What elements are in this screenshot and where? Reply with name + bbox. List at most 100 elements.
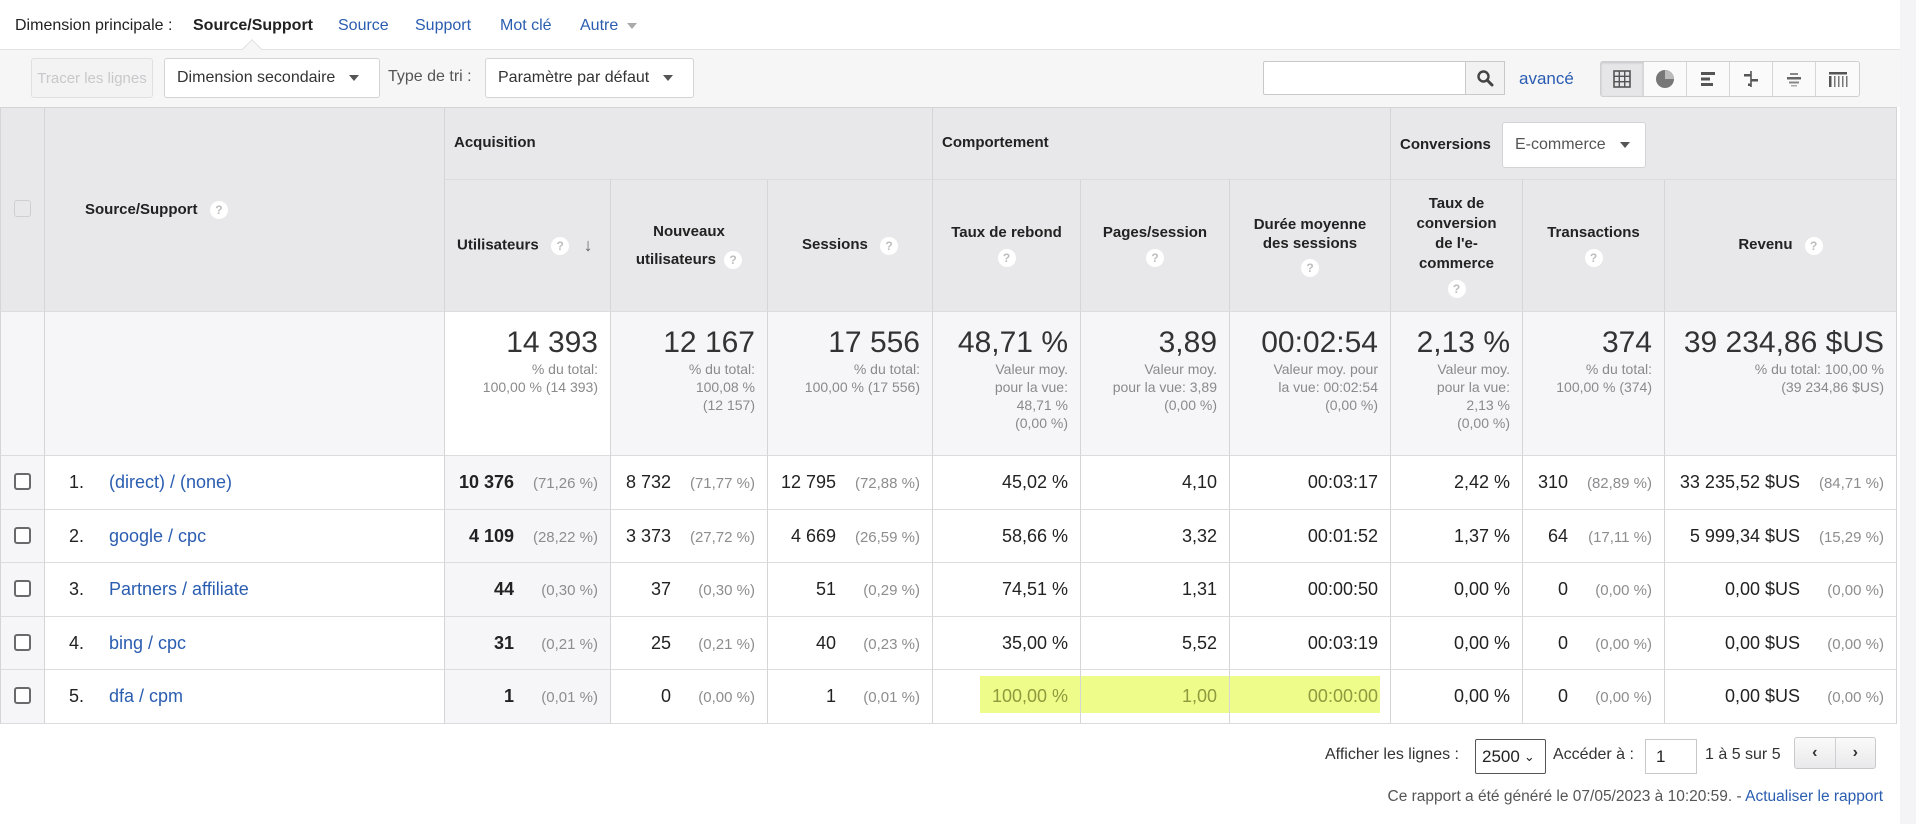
- metric-value: 3 373: [625, 525, 671, 546]
- help-icon[interactable]: ?: [1584, 249, 1603, 267]
- advanced-search-link[interactable]: avancé: [1519, 69, 1574, 89]
- search-button[interactable]: [1465, 61, 1505, 95]
- row-cell-new-users: 3 373 (27,72 %): [611, 509, 768, 564]
- row-cell-bounce: 100,00 %: [933, 670, 1081, 724]
- help-icon[interactable]: ?: [1146, 249, 1164, 267]
- metric-percentage: (26,59 %): [854, 528, 920, 546]
- row-cell-duration: 00:00:00: [1230, 670, 1391, 724]
- total-subtext: pour la vue:: [994, 379, 1068, 395]
- comparison-view-button[interactable]: [1730, 62, 1773, 96]
- help-icon[interactable]: ?: [1301, 258, 1319, 277]
- performance-view-button[interactable]: [1687, 62, 1730, 96]
- row-cell-duration: 00:03:17: [1230, 456, 1391, 510]
- row-source-link[interactable]: Partners / affiliate: [109, 579, 249, 600]
- row-dimension-cell: 3. Partners / affiliate: [45, 563, 445, 617]
- cell-value: 64 (17,11 %): [1548, 526, 1652, 547]
- total-subtext: (0,00 %): [1164, 397, 1217, 413]
- dimension-header[interactable]: Source/Support ?: [45, 107, 445, 312]
- bar-chart-icon: [1701, 72, 1715, 86]
- next-page-button[interactable]: ›: [1836, 738, 1876, 768]
- dimension-link-keyword[interactable]: Mot clé: [500, 17, 552, 35]
- term-cloud-view-button[interactable]: [1773, 62, 1816, 96]
- previous-page-button[interactable]: ‹: [1795, 738, 1836, 768]
- metric-percentage: (0,00 %): [1827, 635, 1884, 653]
- cell-value: 58,66 %: [1002, 526, 1068, 547]
- pie-view-button[interactable]: [1644, 62, 1687, 96]
- column-conv-rate-label: Taux de conversion de l'e-commerce: [1416, 194, 1497, 272]
- pagination-controls: ‹ ›: [1794, 737, 1876, 769]
- row-cell-conv-rate: 2,42 %: [1391, 456, 1523, 510]
- cell-value: 31 (0,21 %): [494, 633, 598, 654]
- row-source-link[interactable]: google / cpc: [109, 526, 206, 547]
- total-subtext: (0,00 %): [1015, 415, 1068, 431]
- help-icon[interactable]: ?: [1447, 279, 1466, 298]
- refresh-report-link[interactable]: Actualiser le rapport: [1745, 788, 1883, 805]
- group-acquisition-label: Acquisition: [454, 134, 536, 151]
- group-header-conversions: Conversions E-commerce: [1391, 107, 1897, 180]
- cell-value: 1,00: [1182, 686, 1217, 707]
- row-source-link[interactable]: bing / cpc: [109, 633, 186, 654]
- help-icon[interactable]: ?: [1804, 236, 1823, 255]
- row-checkbox[interactable]: [14, 473, 31, 490]
- column-header-bounce-rate[interactable]: Taux de rebond ?: [933, 180, 1081, 312]
- column-header-avg-duration[interactable]: Durée moyenne des sessions ?: [1230, 180, 1391, 312]
- row-source-link[interactable]: dfa / cpm: [109, 686, 183, 707]
- column-header-sessions[interactable]: Sessions ?: [768, 180, 933, 312]
- total-subtext: % du total:: [1585, 361, 1652, 377]
- pivot-view-button[interactable]: [1816, 62, 1859, 96]
- cell-value: 4 669 (26,59 %): [791, 526, 920, 547]
- metric-value: 00:03:19: [1307, 632, 1378, 653]
- row-number: 1.: [69, 472, 85, 492]
- conversions-goal-dropdown[interactable]: E-commerce: [1502, 122, 1646, 168]
- metric-percentage: (0,23 %): [863, 635, 920, 653]
- row-cell-sessions: 51 (0,29 %): [768, 563, 933, 617]
- cell-value: 4 109 (28,22 %): [469, 526, 598, 547]
- column-header-users[interactable]: Utilisateurs ? ↓: [445, 180, 611, 312]
- cell-value: 3 373 (27,72 %): [626, 526, 755, 547]
- cell-value: 33 235,52 $US (84,71 %): [1680, 472, 1884, 493]
- help-icon[interactable]: ?: [209, 201, 228, 219]
- show-rows-select[interactable]: 2500 ⌄: [1475, 739, 1546, 774]
- row-select-cell: [0, 456, 45, 510]
- chevron-down-icon: [663, 75, 674, 81]
- cell-value: 5,52: [1182, 633, 1217, 654]
- metric-percentage: (15,29 %): [1818, 528, 1884, 546]
- plot-rows-button[interactable]: Tracer les lignes: [31, 58, 153, 98]
- table-view-button[interactable]: [1601, 62, 1644, 96]
- metric-percentage: (27,72 %): [689, 528, 755, 546]
- help-icon[interactable]: ?: [724, 250, 743, 269]
- group-header-behavior: Comportement: [933, 107, 1391, 180]
- sort-type-dropdown[interactable]: Paramètre par défaut: [485, 58, 694, 98]
- column-header-revenue[interactable]: Revenu ?: [1665, 180, 1897, 312]
- cell-value: 00:01:52: [1308, 526, 1378, 547]
- sort-descending-icon[interactable]: ↓: [584, 235, 593, 256]
- row-number: 4.: [69, 632, 85, 653]
- totals-content: 374 % du total: 100,00 % (374): [1556, 326, 1652, 396]
- secondary-dimension-dropdown[interactable]: Dimension secondaire: [164, 58, 380, 98]
- metric-value: 1: [825, 686, 836, 707]
- cell-value: 1,31: [1182, 579, 1217, 600]
- row-checkbox[interactable]: [14, 687, 31, 705]
- cell-value: 0 (0,00 %): [1558, 579, 1652, 600]
- row-cell-bounce: 74,51 %: [933, 563, 1081, 617]
- goto-page-input[interactable]: 1: [1645, 739, 1697, 774]
- column-header-transactions[interactable]: Transactions ?: [1523, 180, 1665, 312]
- dimension-link-other[interactable]: Autre: [580, 17, 637, 35]
- column-header-new-users[interactable]: Nouveaux utilisateurs ?: [611, 180, 768, 312]
- row-checkbox[interactable]: [14, 526, 31, 544]
- dimension-link-support[interactable]: Support: [415, 17, 471, 35]
- dimension-link-source[interactable]: Source: [338, 17, 389, 35]
- help-icon[interactable]: ?: [997, 249, 1016, 267]
- sort-type-value: Paramètre par défaut: [498, 69, 650, 86]
- help-icon[interactable]: ?: [880, 236, 899, 255]
- column-header-pages-per-session[interactable]: Pages/session ?: [1081, 180, 1230, 312]
- metric-value: 8 732: [625, 472, 671, 492]
- column-header-conversion-rate[interactable]: Taux de conversion de l'e-commerce ?: [1391, 180, 1523, 312]
- row-checkbox[interactable]: [14, 580, 31, 598]
- select-all-checkbox[interactable]: [14, 200, 31, 217]
- row-checkbox[interactable]: [14, 633, 31, 651]
- row-source-link[interactable]: (direct) / (none): [109, 472, 232, 493]
- help-icon[interactable]: ?: [551, 236, 570, 255]
- table-search-input[interactable]: [1263, 61, 1465, 95]
- metric-value: 33 235,52 $US: [1679, 472, 1800, 492]
